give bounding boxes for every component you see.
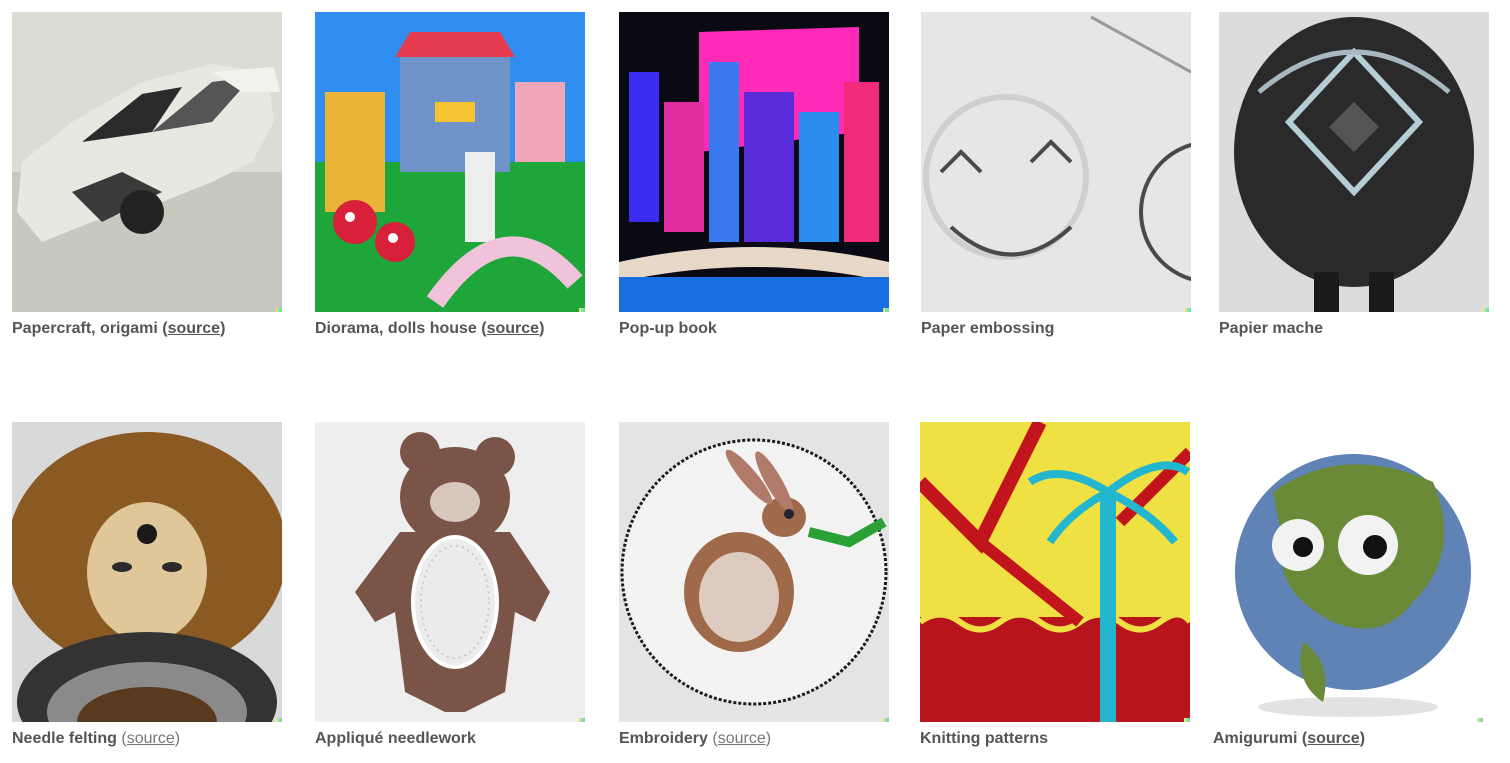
- tile-caption: Papercraft, origami (source): [12, 320, 226, 337]
- source-link[interactable]: source: [1307, 730, 1359, 747]
- tile-title: Papercraft, origami: [12, 320, 158, 337]
- tile-title: Paper embossing: [921, 320, 1055, 337]
- tile-title: Appliqué needlework: [315, 730, 476, 747]
- tile-caption: Embroidery (source): [619, 730, 772, 747]
- applique-bear-image: [315, 422, 585, 722]
- embroidered-rabbit-image: [619, 422, 889, 722]
- tile-caption: Pop-up book: [619, 320, 889, 338]
- papier-mache-helmet-image: [1219, 12, 1489, 312]
- tile-title: Needle felting: [12, 730, 117, 747]
- tile-title: Diorama, dolls house: [315, 320, 477, 337]
- tile-caption: Knitting patterns: [920, 730, 1190, 748]
- gallery-tile: Needle felting (source): [12, 422, 282, 748]
- gallery-tile: Papercraft, origami (source): [12, 12, 282, 338]
- source-link[interactable]: source: [487, 320, 539, 337]
- source-link[interactable]: source: [718, 730, 766, 747]
- tile-title: Pop-up book: [619, 320, 717, 337]
- source-link[interactable]: source: [168, 320, 220, 337]
- tile-caption: Needle felting (source): [12, 730, 181, 747]
- gallery-tile: Paper embossing: [921, 12, 1191, 338]
- knitted-palm-image: [920, 422, 1190, 722]
- tile-caption: Diorama, dolls house (source): [315, 320, 545, 337]
- diorama-house-image: [315, 12, 585, 312]
- source-link[interactable]: source: [127, 730, 175, 747]
- tile-title: Amigurumi: [1213, 730, 1298, 747]
- tile-title: Knitting patterns: [920, 730, 1048, 747]
- embossed-smiley-image: [921, 12, 1191, 312]
- amigurumi-earth-image: [1213, 422, 1483, 722]
- gallery-tile: Papier mache: [1219, 12, 1489, 338]
- tile-caption: Amigurumi (source): [1213, 730, 1366, 747]
- tile-title: Papier mache: [1219, 320, 1324, 337]
- tile-caption: Paper embossing: [921, 320, 1191, 338]
- gallery-tile: Appliqué needlework: [315, 422, 585, 748]
- tile-title: Embroidery: [619, 730, 708, 747]
- papercraft-car-image: [12, 12, 282, 312]
- gallery-tile: Pop-up book: [619, 12, 889, 338]
- gallery-tile: Embroidery (source): [619, 422, 889, 748]
- tile-caption: Papier mache: [1219, 320, 1489, 338]
- felted-figure-image: [12, 422, 282, 722]
- gallery-tile: Knitting patterns: [920, 422, 1190, 748]
- tile-caption: Appliqué needlework: [315, 730, 585, 748]
- popup-book-city-image: [619, 12, 889, 312]
- gallery-tile: Diorama, dolls house (source): [315, 12, 585, 338]
- gallery-tile: Amigurumi (source): [1213, 422, 1483, 748]
